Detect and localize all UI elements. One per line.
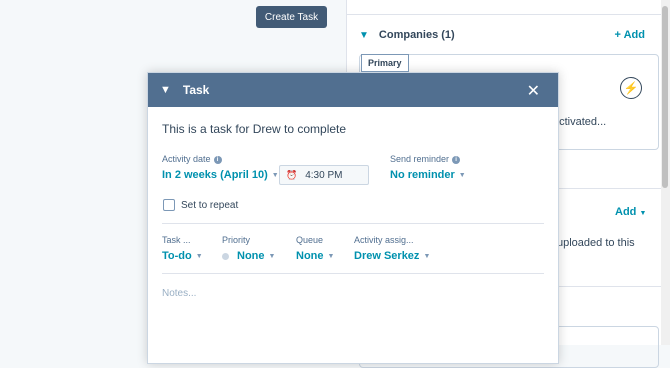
task-title-input[interactable]: This is a task for Drew to complete <box>162 122 346 136</box>
scrollbar-thumb[interactable] <box>662 6 668 188</box>
caret-down-icon: ▼ <box>639 210 647 217</box>
queue-label: Queue <box>296 235 324 245</box>
activity-date-label-text: Activity date <box>162 154 211 164</box>
queue-value: None <box>296 250 324 262</box>
divider <box>162 223 544 224</box>
assignee-value: Drew Serkez <box>354 250 420 262</box>
time-value: 4:30 PM <box>305 169 343 181</box>
send-reminder-value: No reminder <box>390 169 455 181</box>
task-modal: ▼ Task ✕ This is a task for Drew to comp… <box>147 72 559 364</box>
send-reminder-label: Send reminder i <box>390 154 461 164</box>
assignee-label: Activity assig... <box>354 235 414 245</box>
companies-title: Companies (1) <box>378 29 455 41</box>
caret-down-icon: ▼ <box>195 252 203 260</box>
add-company-link[interactable]: + Add <box>615 29 645 41</box>
task-type-dropdown[interactable]: To-do ▼ <box>162 250 203 262</box>
companies-section-header[interactable]: ▼ Companies (1) + Add <box>359 27 659 43</box>
set-to-repeat-checkbox[interactable] <box>163 199 175 211</box>
activity-date-dropdown[interactable]: In 2 weeks (April 10) ▼ <box>162 169 279 181</box>
modal-title: Task <box>182 83 210 97</box>
task-type-value: To-do <box>162 250 192 262</box>
caret-down-icon: ▼ <box>268 252 276 260</box>
priority-label: Priority <box>222 235 251 245</box>
caret-down-icon: ▼ <box>458 171 466 179</box>
add-label: Add <box>615 206 637 218</box>
info-icon[interactable]: i <box>452 155 461 164</box>
section-text: uploaded to this <box>557 237 635 249</box>
add-dropdown[interactable]: Add ▼ <box>615 206 646 218</box>
set-to-repeat-label: Set to repeat <box>181 199 239 211</box>
caret-down-icon: ▼ <box>271 171 279 179</box>
close-icon[interactable]: ✕ <box>527 81 540 101</box>
primary-badge: Primary <box>361 54 409 72</box>
activity-date-value: In 2 weeks (April 10) <box>162 169 268 181</box>
assignee-dropdown[interactable]: Drew Serkez ▼ <box>354 250 430 262</box>
activity-date-label: Activity date i <box>162 154 222 164</box>
notes-editor[interactable]: Notes... <box>162 288 196 299</box>
lightning-icon: ⚡ <box>620 77 642 99</box>
priority-dropdown[interactable]: None ▼ <box>222 250 275 262</box>
alarm-clock-icon: ⏰ <box>286 169 298 180</box>
task-type-label: Task ... <box>162 235 191 245</box>
send-reminder-dropdown[interactable]: No reminder ▼ <box>390 169 466 181</box>
divider <box>347 14 670 15</box>
chevron-down-icon[interactable]: ▼ <box>160 84 171 96</box>
set-to-repeat-row[interactable]: Set to repeat <box>163 199 238 211</box>
info-icon[interactable]: i <box>213 155 222 164</box>
create-task-button[interactable]: Create Task <box>256 6 327 28</box>
priority-dot-icon <box>222 252 229 260</box>
time-input[interactable]: ⏰ 4:30 PM <box>279 165 369 185</box>
queue-dropdown[interactable]: None ▼ <box>296 250 334 262</box>
caret-down-icon: ▼ <box>327 252 335 260</box>
send-reminder-label-text: Send reminder <box>390 154 450 164</box>
company-status-text: activated... <box>553 116 607 128</box>
caret-down-icon: ▼ <box>423 252 431 260</box>
scrollbar[interactable] <box>661 0 670 345</box>
chevron-down-icon[interactable]: ▼ <box>359 30 369 41</box>
divider <box>162 273 544 274</box>
priority-value: None <box>237 250 265 262</box>
task-modal-header: ▼ Task ✕ <box>148 73 558 107</box>
